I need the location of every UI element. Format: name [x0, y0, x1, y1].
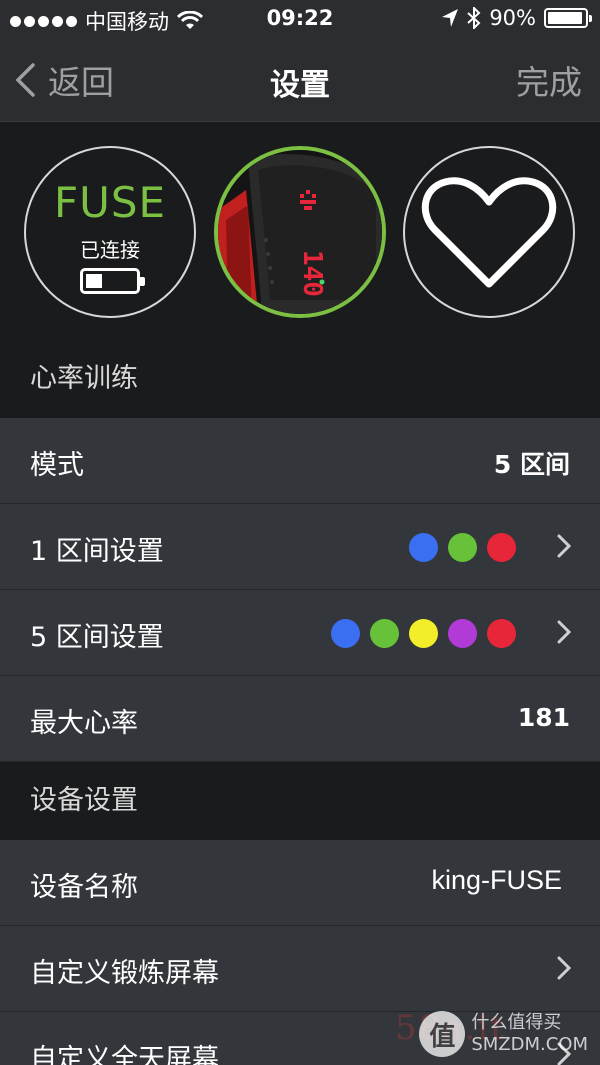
chevron-right-icon	[557, 956, 572, 980]
max-heart-rate-row[interactable]: 最大心率 181	[0, 676, 600, 762]
zone1-label: 1 区间设置	[30, 536, 164, 567]
zone1-color-dots	[409, 533, 516, 562]
connection-status: 已连接	[80, 238, 140, 262]
fuse-name: FUSE	[53, 178, 167, 227]
mode-row[interactable]: 模式 5 区间	[0, 418, 600, 504]
section-header-device-settings: 设备设置	[0, 762, 600, 840]
watermark-line2: SMZDM.COM	[471, 1034, 588, 1055]
device-name-row[interactable]: 设备名称 king-FUSE	[0, 840, 600, 926]
device-name-value: king-FUSE	[431, 865, 562, 895]
zone5-label: 5 区间设置	[30, 622, 164, 653]
navigation-bar: 返回 设置 完成	[0, 40, 600, 122]
zone-color-dot	[331, 619, 360, 648]
mode-value: 5 区间	[493, 450, 570, 479]
zone-color-dot	[370, 619, 399, 648]
done-button[interactable]: 完成	[516, 56, 582, 104]
mode-label: 模式	[30, 450, 84, 481]
band-photo-circle[interactable]: 140	[214, 146, 386, 318]
band-display-text: 140	[297, 250, 327, 297]
device-name-label: 设备名称	[30, 872, 138, 903]
zone5-color-dots	[331, 619, 516, 648]
custom-workout-screen-label: 自定义锻炼屏幕	[30, 958, 219, 989]
watermark-line1: 什么值得买	[471, 1012, 562, 1033]
heart-icon	[421, 177, 557, 288]
battery-percent: 90%	[489, 6, 536, 30]
device-battery-icon	[80, 268, 145, 294]
watermark: 值 什么值得买 SMZDM.COM	[419, 1011, 588, 1057]
section-header-heart-training: 心率训练	[0, 340, 600, 418]
custom-workout-screen-row[interactable]: 自定义锻炼屏幕	[0, 926, 600, 1012]
chevron-right-icon	[557, 534, 572, 558]
zone5-settings-row[interactable]: 5 区间设置	[0, 590, 600, 676]
heart-circle[interactable]	[403, 146, 575, 318]
zone1-settings-row[interactable]: 1 区间设置	[0, 504, 600, 590]
status-bar: 中国移动 09:22 90%	[0, 0, 600, 40]
watermark-logo-icon: 值	[419, 1011, 466, 1057]
max-hr-label: 最大心率	[30, 708, 138, 739]
location-arrow-icon	[442, 9, 459, 27]
zone-color-dot	[409, 533, 438, 562]
device-strip: FUSE 已连接 140	[0, 122, 600, 340]
zone-color-dot	[487, 619, 516, 648]
custom-allday-screen-label: 自定义全天屏幕	[30, 1044, 219, 1065]
bluetooth-icon	[467, 7, 481, 29]
zone-color-dot	[487, 533, 516, 562]
page-title: 设置	[270, 68, 330, 103]
zone-color-dot	[448, 533, 477, 562]
zone-color-dot	[448, 619, 477, 648]
fuse-device-circle[interactable]: FUSE 已连接	[24, 146, 196, 318]
wristband-image: 140	[218, 150, 382, 314]
max-hr-value: 181	[517, 703, 570, 732]
chevron-right-icon	[557, 620, 572, 644]
battery-icon	[544, 8, 592, 28]
zone-color-dot	[409, 619, 438, 648]
